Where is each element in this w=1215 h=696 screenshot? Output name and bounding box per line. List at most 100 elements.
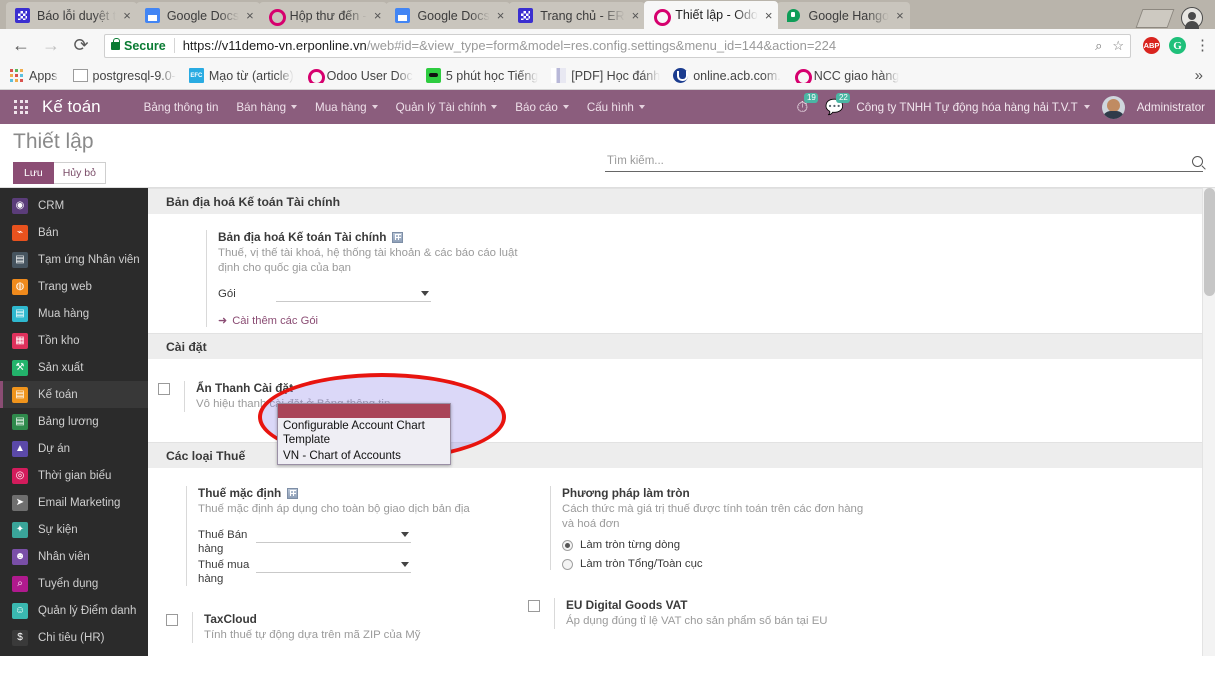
hide-settings-bar-checkbox[interactable] — [158, 383, 170, 395]
sidebar-item-payroll[interactable]: ▤ Bảng lương — [0, 408, 148, 435]
package-select[interactable] — [276, 287, 431, 302]
sidebar-item-label: CRM — [38, 199, 65, 212]
bookmark-item[interactable]: EFC Mạo từ (article) — [188, 68, 294, 83]
close-icon[interactable]: × — [246, 8, 254, 23]
close-icon[interactable]: × — [123, 8, 131, 23]
bookmark-item[interactable]: NCC giao hàng — [794, 68, 899, 83]
select-option-empty[interactable] — [278, 404, 450, 418]
sidebar-item-expenses[interactable]: $ Chi tiêu (HR) — [0, 624, 148, 651]
sidebar-item-employees[interactable]: ☻ Nhân viên — [0, 543, 148, 570]
sidebar-item-recruitment[interactable]: ⌕ Tuyển dụng — [0, 570, 148, 597]
user-avatar[interactable] — [1101, 95, 1125, 119]
bookmark-star-icon[interactable]: ☆ — [1112, 38, 1124, 54]
browser-tab[interactable]: Google Hango × — [777, 2, 910, 29]
rounding-option-per-line[interactable]: Làm tròn từng dòng — [562, 539, 877, 551]
bookmarks-overflow-icon[interactable]: » — [1195, 67, 1209, 84]
search-input[interactable] — [605, 154, 1186, 168]
bookmark-item[interactable]: online.acb.com. — [673, 68, 781, 83]
search-icon[interactable] — [1192, 155, 1203, 167]
sidebar-item-project[interactable]: ▲ Dự án — [0, 435, 148, 462]
close-icon[interactable]: × — [497, 8, 505, 23]
sidebar-item-inventory[interactable]: ▦ Tồn kho — [0, 327, 148, 354]
sidebar-item-manufacturing[interactable]: ⚒ Sản xuất — [0, 354, 148, 381]
select-option-configurable-chart[interactable]: Configurable Account Chart Template — [278, 418, 450, 448]
menu-dashboard[interactable]: Bảng thông tin — [135, 90, 228, 124]
radio-icon-selected[interactable] — [562, 539, 573, 551]
sidebar-item-purchase[interactable]: ▤ Mua hàng — [0, 300, 148, 327]
address-bar-actions: ⌕ ☆ — [1095, 38, 1124, 54]
reload-icon[interactable]: ⟳ — [68, 33, 94, 59]
menu-finance[interactable]: Quản lý Tài chính — [387, 90, 507, 124]
purchase-tax-select[interactable] — [256, 558, 411, 573]
abp-extension-icon[interactable]: ABP — [1143, 37, 1160, 54]
chrome-menu-icon[interactable]: ⋮ — [1195, 38, 1210, 53]
close-icon[interactable]: × — [374, 8, 382, 23]
bookmark-item[interactable]: Odoo User Doc — [307, 68, 413, 83]
sidebar-item-sales[interactable]: ⌁ Bán — [0, 219, 148, 246]
sidebar-item-employee-advance[interactable]: ▤ Tạm ứng Nhân viên — [0, 246, 148, 273]
grammarly-extension-icon[interactable]: G — [1169, 37, 1186, 54]
browser-tab[interactable]: Trang chủ - ER × — [509, 2, 646, 29]
sidebar-item-timesheet[interactable]: ◎ Thời gian biểu — [0, 462, 148, 489]
bookmark-item[interactable]: [PDF] Học đánh — [551, 68, 660, 83]
content-scrollbar[interactable] — [1202, 188, 1215, 656]
browser-tab[interactable]: Hộp thư đến - × — [258, 2, 388, 29]
bookmark-item[interactable]: 5 phút học Tiếng — [425, 68, 538, 83]
security-label: Secure — [124, 38, 166, 53]
sales-tax-field[interactable]: Thuế Bán hàng — [198, 528, 470, 556]
sales-tax-select[interactable] — [256, 528, 411, 543]
menu-reports[interactable]: Báo cáo — [506, 90, 578, 124]
scrollbar-thumb[interactable] — [1204, 188, 1215, 296]
sidebar-item-attendance[interactable]: ☺ Quản lý Điểm danh — [0, 597, 148, 624]
menu-sales[interactable]: Bán hàng — [227, 90, 306, 124]
close-icon[interactable]: × — [896, 8, 904, 23]
sidebar-item-website[interactable]: ◍ Trang web — [0, 273, 148, 300]
zoom-search-icon[interactable]: ⌕ — [1095, 38, 1102, 54]
section-header-localization: Bản địa hoá Kế toán Tài chính — [148, 188, 1215, 214]
package-select-dropdown[interactable]: Configurable Account Chart Template VN -… — [277, 403, 451, 465]
username-label[interactable]: Administrator — [1137, 101, 1205, 114]
browser-tab[interactable]: Google Docs × — [135, 2, 260, 29]
sidebar-item-events[interactable]: ✦ Sự kiện — [0, 516, 148, 543]
back-icon[interactable]: ← — [8, 33, 34, 59]
install-more-packages-link[interactable]: ➜ Cài thêm các Gói — [218, 314, 1215, 328]
new-tab-button[interactable] — [1135, 8, 1175, 28]
menu-configuration[interactable]: Cấu hình — [578, 90, 654, 124]
company-switcher[interactable]: Công ty TNHH Tự động hóa hàng hải T.V.T — [856, 101, 1090, 114]
browser-tab-active[interactable]: Thiết lập - Odo × — [644, 1, 779, 29]
taxcloud-checkbox[interactable] — [166, 614, 178, 626]
sidebar-item-email-marketing[interactable]: ➤ Email Marketing — [0, 489, 148, 516]
eu-digital-goods-vat-checkbox[interactable] — [528, 600, 540, 612]
rounding-option-globally[interactable]: Làm tròn Tổng/Toàn cục — [562, 558, 877, 570]
bookmark-apps[interactable]: Apps — [6, 69, 58, 83]
setting-body: TaxCloud Tính thuế tự động dựa trên mã Z… — [192, 612, 420, 643]
browser-tab[interactable]: Google Docs × — [386, 2, 511, 29]
sidebar-item-general-settings[interactable]: ⚙ Thiết lập chung — [0, 651, 148, 656]
fiscal-package-field[interactable]: Gói — [218, 287, 1215, 302]
sidebar-item-crm[interactable]: ◉ CRM — [0, 192, 148, 219]
discard-button[interactable]: Hủy bỏ — [53, 162, 106, 184]
menu-label: Báo cáo — [515, 100, 558, 114]
select-option-vn-chart[interactable]: VN - Chart of Accounts — [278, 448, 450, 464]
bookmark-label: Apps — [29, 68, 58, 83]
setting-body: Thuế mặc định Thuế mặc định áp dụng cho … — [186, 486, 470, 586]
bookmark-item[interactable]: postgresql-9.0- — [71, 69, 176, 83]
lock-icon — [111, 37, 120, 50]
sidebar-item-accounting[interactable]: ▤ Kế toán — [0, 381, 148, 408]
purchase-tax-field[interactable]: Thuế mua hàng — [198, 558, 470, 586]
close-icon[interactable]: × — [632, 8, 640, 23]
apps-grid-toggle[interactable] — [0, 100, 42, 114]
close-icon[interactable]: × — [765, 8, 773, 23]
browser-tabstrip: Báo lỗi duyệt t × Google Docs × Hộp thư … — [0, 0, 1215, 29]
profile-avatar-icon[interactable] — [1181, 7, 1203, 29]
browser-tab[interactable]: Báo lỗi duyệt t × — [6, 2, 137, 29]
search-bar[interactable] — [605, 154, 1203, 172]
address-bar[interactable]: Secure https://v11demo-vn.erponline.vn /… — [104, 33, 1131, 58]
menu-purchase[interactable]: Mua hàng — [306, 90, 387, 124]
radio-icon[interactable] — [562, 558, 573, 570]
messages-button[interactable]: 💬 22 — [824, 93, 851, 117]
users-icon: ☻ — [12, 548, 28, 565]
activities-button[interactable]: ⏱ 19 — [792, 93, 819, 117]
save-button[interactable]: Lưu — [13, 162, 54, 184]
forward-icon[interactable]: → — [38, 33, 64, 59]
